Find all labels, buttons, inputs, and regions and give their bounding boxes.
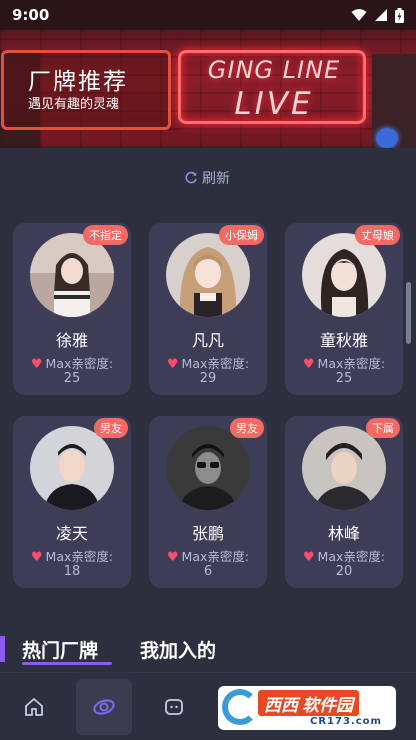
wifi-icon bbox=[351, 9, 367, 21]
card-intimacy: ♥ Max亲密度: bbox=[285, 546, 403, 565]
heart-icon: ♥ bbox=[166, 550, 179, 565]
profile-card[interactable]: 下属 林峰 ♥ Max亲密度: 20 bbox=[285, 416, 403, 588]
neon-sign-line2: LIVE bbox=[234, 86, 314, 122]
card-name: 徐雅 bbox=[55, 331, 88, 350]
status-bar: 9:00 bbox=[0, 0, 416, 30]
nav-home[interactable] bbox=[6, 679, 62, 735]
card-name: 林峰 bbox=[327, 524, 360, 543]
intimacy-value: 18 bbox=[63, 564, 81, 579]
microphone-light bbox=[376, 128, 398, 148]
heart-icon: ♥ bbox=[302, 550, 315, 565]
profile-card[interactable]: 男友 张鹏 ♥ Max亲密度: 6 bbox=[149, 416, 267, 588]
intimacy-label: Max亲密度: bbox=[317, 356, 386, 371]
intimacy-label: Max亲密度: bbox=[181, 549, 250, 564]
tab-joined[interactable]: 我加入的 bbox=[140, 636, 216, 663]
neon-sign-line1: GING LINE bbox=[207, 56, 341, 84]
refresh-button[interactable]: 刷新 bbox=[184, 168, 230, 188]
profile-card[interactable]: 不指定 徐雅 ♥ Max亲密度: 25 bbox=[13, 223, 131, 395]
watermark-rest-text: 软件园 bbox=[302, 695, 353, 716]
relation-tag: 下属 bbox=[366, 418, 400, 438]
card-intimacy: ♥ Max亲密度: bbox=[149, 353, 267, 372]
avatar bbox=[302, 426, 386, 510]
battery-icon bbox=[395, 7, 404, 23]
status-icons bbox=[351, 7, 404, 23]
intimacy-value: 20 bbox=[335, 564, 353, 579]
intimacy-value: 29 bbox=[199, 371, 217, 386]
watermark-main-text: 西西 bbox=[264, 695, 298, 716]
relation-tag: 男友 bbox=[230, 418, 264, 438]
watermark: 西西 软件园 CR173.com bbox=[218, 686, 396, 730]
card-intimacy: ♥ Max亲密度: bbox=[13, 353, 131, 372]
relation-tag: 男友 bbox=[94, 418, 128, 438]
watermark-logo-icon bbox=[222, 689, 258, 725]
intimacy-label: Max亲密度: bbox=[45, 549, 114, 564]
intimacy-value: 6 bbox=[203, 564, 213, 579]
card-name: 张鹏 bbox=[191, 524, 224, 543]
card-intimacy: ♥ Max亲密度: bbox=[13, 546, 131, 565]
avatar bbox=[30, 426, 114, 510]
nav-discover[interactable] bbox=[76, 679, 132, 735]
card-name: 童秋雅 bbox=[319, 331, 368, 350]
status-time: 9:00 bbox=[12, 6, 50, 24]
scrollbar[interactable] bbox=[406, 282, 411, 344]
intimacy-value: 25 bbox=[63, 371, 81, 386]
relation-tag: 小保姆 bbox=[219, 225, 264, 245]
relation-tag: 丈母娘 bbox=[355, 225, 400, 245]
tab-accent-bar bbox=[0, 636, 5, 662]
signal-icon bbox=[375, 9, 387, 21]
profile-card[interactable]: 小保姆 凡凡 ♥ Max亲密度: 29 bbox=[149, 223, 267, 395]
avatar bbox=[30, 233, 114, 317]
intimacy-value: 25 bbox=[335, 371, 353, 386]
card-intimacy: ♥ Max亲密度: bbox=[285, 353, 403, 372]
intimacy-label: Max亲密度: bbox=[181, 356, 250, 371]
avatar bbox=[166, 426, 250, 510]
heart-icon: ♥ bbox=[302, 357, 315, 372]
watermark-main: 西西 软件园 bbox=[258, 690, 359, 716]
avatar bbox=[166, 233, 250, 317]
profile-card[interactable]: 男友 凌天 ♥ Max亲密度: 18 bbox=[13, 416, 131, 588]
intimacy-label: Max亲密度: bbox=[317, 549, 386, 564]
avatar bbox=[302, 233, 386, 317]
nav-chat[interactable] bbox=[146, 679, 202, 735]
heart-icon: ♥ bbox=[166, 357, 179, 372]
refresh-label: 刷新 bbox=[202, 171, 230, 187]
chat-icon bbox=[165, 699, 183, 715]
relation-tag: 不指定 bbox=[83, 225, 128, 245]
watermark-sub: CR173.com bbox=[310, 716, 382, 727]
banner-subtitle: 遇见有趣的灵魂 bbox=[28, 97, 120, 112]
intimacy-label: Max亲密度: bbox=[45, 356, 114, 371]
heart-icon: ♥ bbox=[30, 550, 43, 565]
refresh-icon bbox=[185, 171, 197, 184]
home-icon bbox=[25, 698, 43, 716]
card-name: 凌天 bbox=[55, 524, 88, 543]
active-tab-underline bbox=[22, 662, 112, 665]
heart-icon: ♥ bbox=[30, 357, 43, 372]
card-name: 凡凡 bbox=[191, 331, 224, 350]
tab-hot-labels[interactable]: 热门厂牌 bbox=[22, 636, 98, 663]
card-intimacy: ♥ Max亲密度: bbox=[149, 546, 267, 565]
profile-card[interactable]: 丈母娘 童秋雅 ♥ Max亲密度: 25 bbox=[285, 223, 403, 395]
banner-title: 厂牌推荐 bbox=[28, 69, 128, 95]
discover-icon bbox=[93, 699, 115, 715]
